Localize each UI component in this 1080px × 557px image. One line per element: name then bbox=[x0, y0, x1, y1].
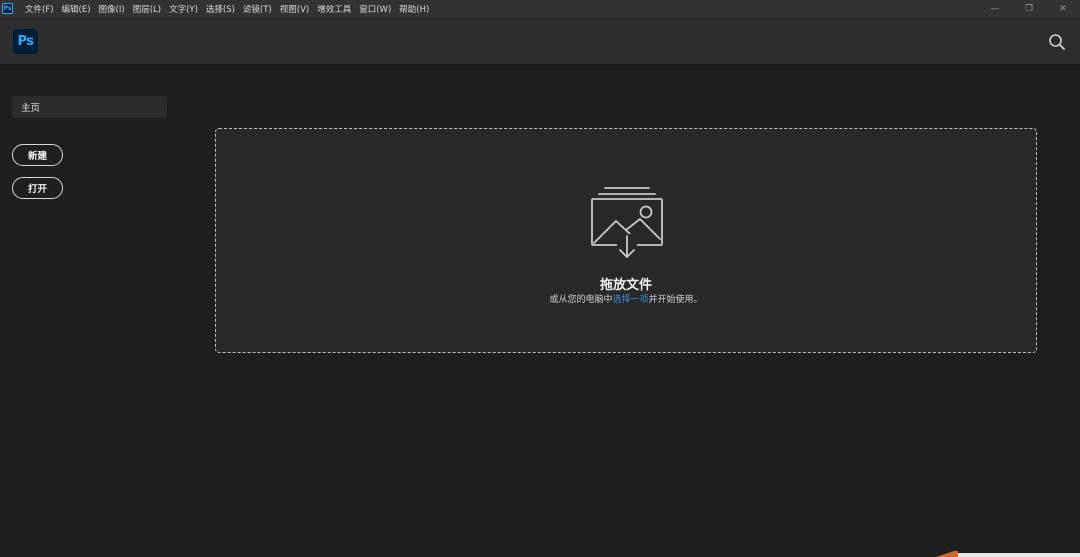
app-mini-logo: Ps bbox=[2, 3, 13, 14]
corner-decoration bbox=[936, 551, 1080, 557]
close-button[interactable]: ✕ bbox=[1046, 0, 1080, 17]
menu-select[interactable]: 选择(S) bbox=[202, 0, 239, 17]
menu-edit[interactable]: 编辑(E) bbox=[58, 0, 95, 17]
menu-help[interactable]: 帮助(H) bbox=[395, 0, 433, 17]
drop-subtitle-suffix: 并开始使用。 bbox=[648, 295, 703, 305]
sidebar-item-home[interactable]: 主页 bbox=[12, 96, 167, 118]
menu-layer[interactable]: 图层(L) bbox=[129, 0, 165, 17]
new-button[interactable]: 新建 bbox=[12, 144, 63, 166]
search-button[interactable] bbox=[1048, 33, 1066, 51]
select-file-link[interactable]: 选择一项 bbox=[612, 295, 648, 305]
menu-window[interactable]: 窗口(W) bbox=[355, 0, 395, 17]
file-drop-zone[interactable]: 拖放文件 或从您的电脑中选择一项并开始使用。 bbox=[215, 128, 1037, 353]
menu-filter[interactable]: 滤镜(T) bbox=[239, 0, 276, 17]
photoshop-logo[interactable]: Ps bbox=[13, 29, 38, 54]
menu-plugins[interactable]: 增效工具 bbox=[313, 0, 355, 17]
menu-image[interactable]: 图像(I) bbox=[95, 0, 129, 17]
app-header: Ps bbox=[0, 17, 1080, 65]
menu-view[interactable]: 视图(V) bbox=[276, 0, 313, 17]
search-icon bbox=[1049, 34, 1065, 50]
menu-type[interactable]: 文字(Y) bbox=[165, 0, 202, 17]
drop-subtitle: 或从您的电脑中选择一项并开始使用。 bbox=[216, 292, 1036, 305]
restore-button[interactable]: ❐ bbox=[1012, 0, 1046, 17]
open-button[interactable]: 打开 bbox=[12, 177, 63, 199]
window-controls: — ❐ ✕ bbox=[978, 0, 1080, 17]
drop-title: 拖放文件 bbox=[599, 278, 652, 293]
image-import-icon bbox=[591, 187, 663, 258]
drop-subtitle-prefix: 或从您的电脑中 bbox=[549, 295, 613, 305]
menu-file[interactable]: 文件(F) bbox=[21, 0, 58, 17]
menu-bar: Ps 文件(F) 编辑(E) 图像(I) 图层(L) 文字(Y) 选择(S) 滤… bbox=[0, 0, 1080, 17]
minimize-button[interactable]: — bbox=[978, 0, 1012, 17]
